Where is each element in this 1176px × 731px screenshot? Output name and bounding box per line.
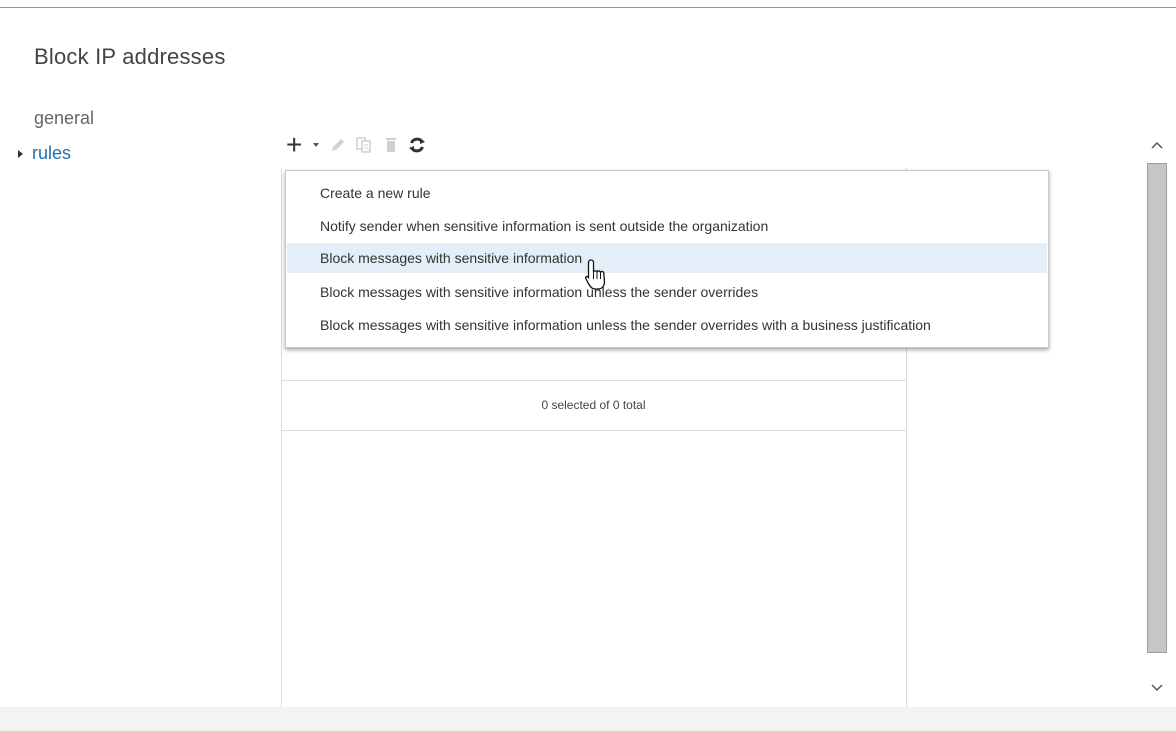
menu-item-notify-sender[interactable]: Notify sender when sensitive information… (287, 211, 1047, 241)
scroll-up-icon[interactable] (1147, 135, 1167, 155)
page-title: Block IP addresses (34, 44, 226, 69)
plus-icon[interactable]: + (286, 131, 302, 159)
grid-divider (281, 430, 906, 431)
nav-item-rules[interactable]: rules (18, 143, 71, 164)
window-top-border (0, 0, 1176, 8)
grid-divider (281, 380, 906, 381)
edit-icon[interactable] (329, 131, 347, 159)
menu-item-block-unless-override[interactable]: Block messages with sensitive informatio… (287, 277, 1047, 307)
refresh-icon[interactable] (407, 131, 427, 159)
nav-item-rules-label: rules (32, 143, 72, 163)
vertical-scrollbar[interactable] (1138, 130, 1176, 710)
menu-item-block-messages[interactable]: Block messages with sensitive informatio… (287, 243, 1047, 273)
dropdown-caret-icon[interactable] (313, 143, 320, 147)
menu-item-create-new-rule[interactable]: Create a new rule (287, 178, 1047, 208)
nav-item-general[interactable]: general (34, 108, 94, 129)
scroll-down-icon[interactable] (1147, 678, 1167, 698)
bottom-bar (0, 707, 1176, 731)
copy-icon[interactable] (355, 131, 375, 159)
delete-icon[interactable] (383, 131, 399, 159)
scrollbar-thumb[interactable] (1147, 163, 1167, 653)
hand-cursor-icon (585, 259, 606, 290)
menu-item-block-unless-justification[interactable]: Block messages with sensitive informatio… (287, 310, 1047, 340)
selected-arrow-icon (18, 149, 23, 158)
new-rule-dropdown-menu: Create a new rule Notify sender when sen… (285, 170, 1049, 348)
rules-toolbar: + (286, 130, 435, 160)
selection-status: 0 selected of 0 total (541, 398, 646, 412)
